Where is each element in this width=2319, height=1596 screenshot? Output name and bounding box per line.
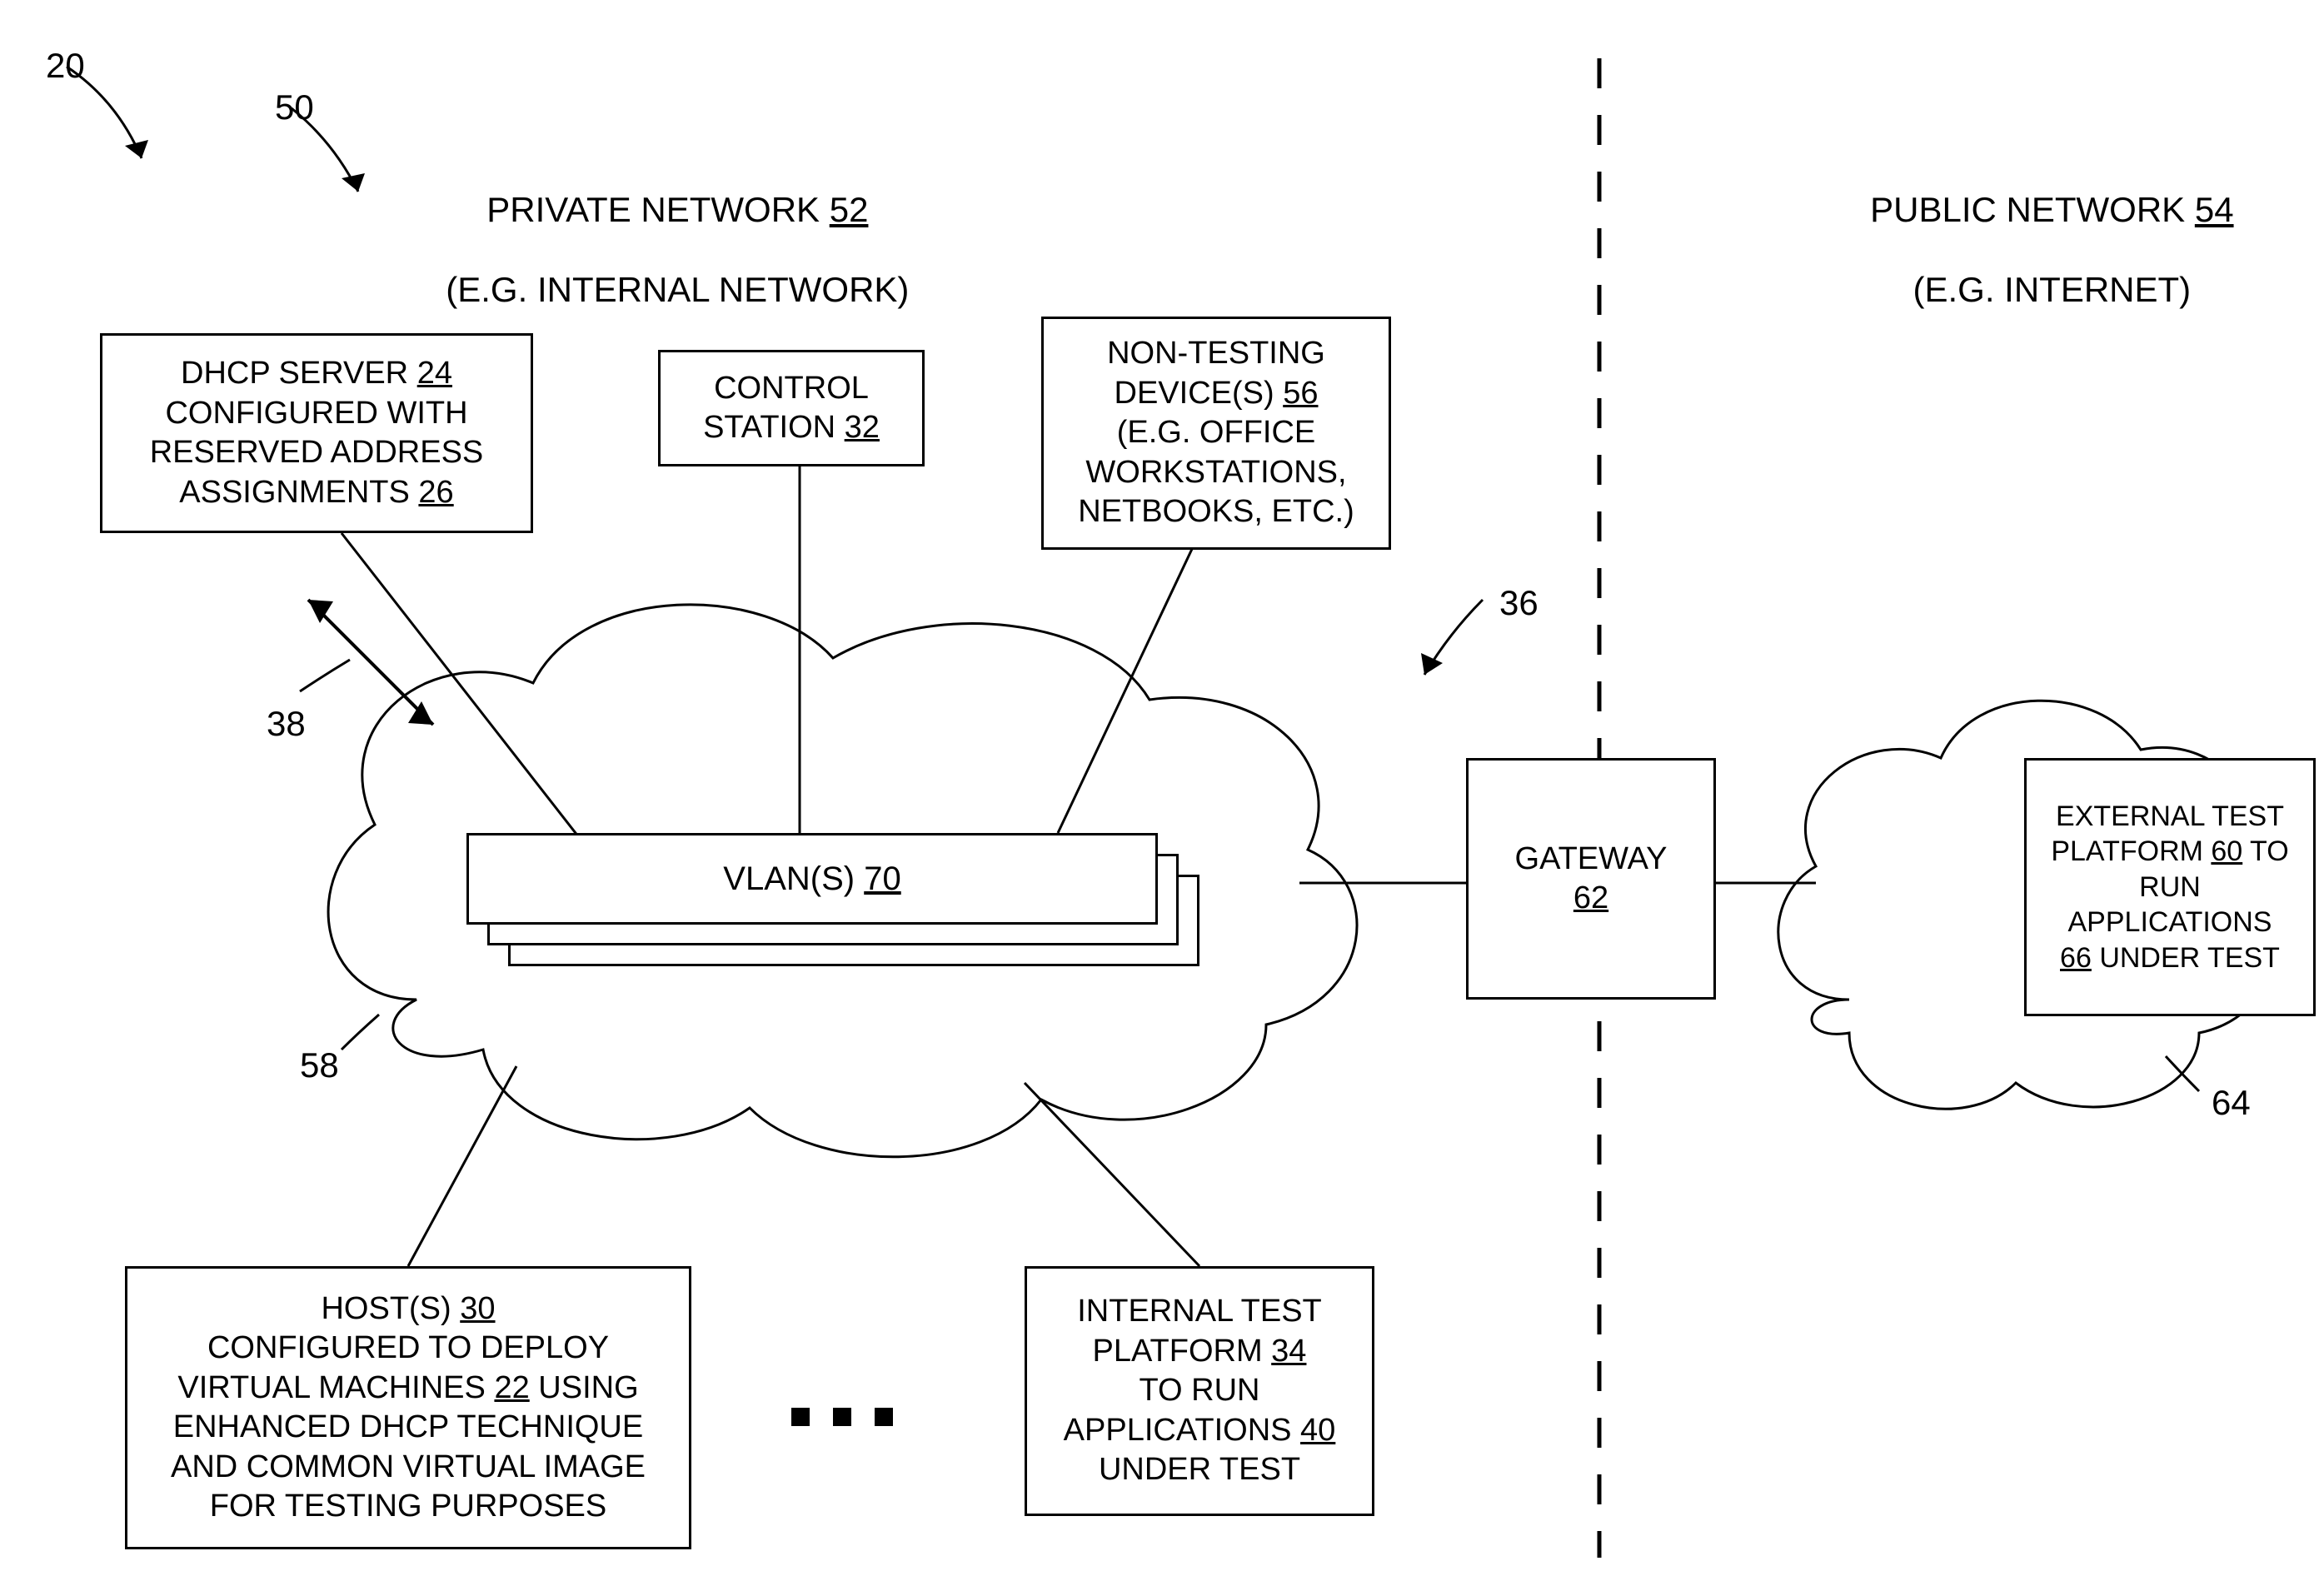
non-testing-devices-box: NON-TESTING DEVICE(S) 56 (E.G. OFFICE WO… [1041,317,1391,550]
private-network-header-line2: (E.G. INTERNAL NETWORK) [446,270,909,309]
external-test-platform-box: EXTERNAL TEST PLATFORM 60 TO RUN APPLICA… [2024,758,2316,1016]
ellipsis-icon [791,1408,893,1426]
control-station-box: CONTROL STATION 32 [658,350,925,466]
vlan-box: VLAN(S) 70 [466,833,1158,925]
ref-36: 36 [1499,583,1539,623]
private-network-header: PRIVATE NETWORK 52 (E.G. INTERNAL NETWOR… [367,150,950,350]
ref-50: 50 [275,87,314,127]
diagram-canvas: PRIVATE NETWORK 52 (E.G. INTERNAL NETWOR… [0,0,2319,1596]
public-network-header-line1: PUBLIC NETWORK 54 [1870,190,2233,229]
ref-38: 38 [267,704,306,744]
hosts-box: HOST(S) 30 CONFIGURED TO DEPLOY VIRTUAL … [125,1266,691,1549]
public-network-header: PUBLIC NETWORK 54 (E.G. INTERNET) [1766,150,2299,350]
internal-test-platform-box: INTERNAL TEST PLATFORM 34 TO RUN APPLICA… [1025,1266,1374,1516]
ref-58: 58 [300,1045,339,1085]
private-network-header-line1: PRIVATE NETWORK 52 [486,190,868,229]
vlan-stack: VLAN(S) 70 [466,833,1199,975]
dhcp-server-box: DHCP SERVER 24 CONFIGURED WITH RESERVED … [100,333,533,533]
public-network-header-line2: (E.G. INTERNET) [1913,270,2192,309]
gateway-box: GATEWAY 62 [1466,758,1716,1000]
ref-20: 20 [46,46,85,86]
ref-64: 64 [2212,1083,2251,1123]
